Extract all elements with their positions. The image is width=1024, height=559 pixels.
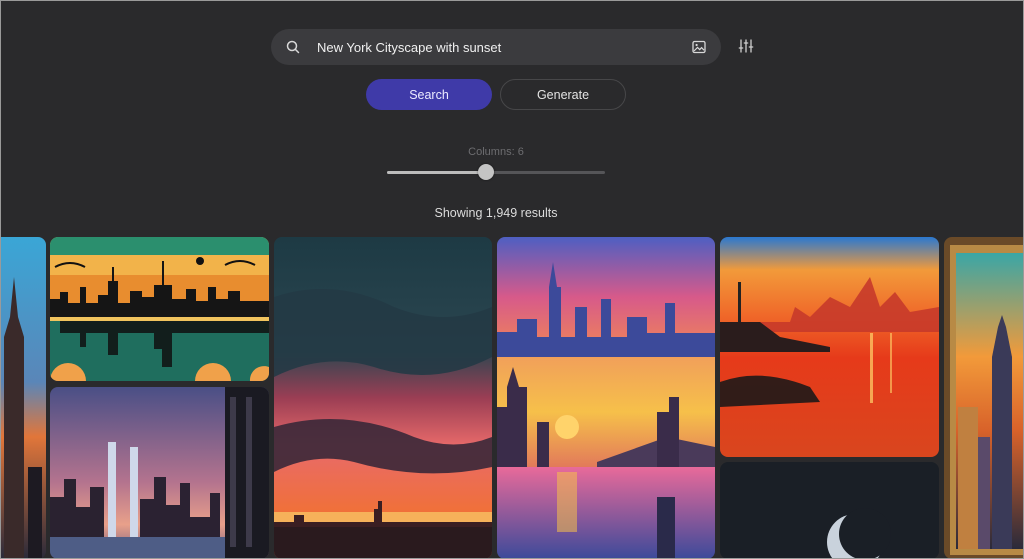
search-button[interactable]: Search <box>366 79 492 110</box>
sliders-icon[interactable] <box>738 38 754 54</box>
generate-button[interactable]: Generate <box>500 79 626 110</box>
image-tile[interactable] <box>50 387 269 559</box>
image-tile[interactable] <box>720 237 939 457</box>
image-tile[interactable] <box>50 237 269 381</box>
image-icon[interactable] <box>691 39 707 55</box>
columns-slider-fill <box>387 171 486 174</box>
search-input[interactable] <box>315 38 683 56</box>
results-count: Showing 1,949 results <box>434 206 558 220</box>
columns-label: Columns: 6 <box>468 146 524 158</box>
columns-slider-thumb[interactable] <box>478 164 494 180</box>
image-tile[interactable] <box>497 237 715 559</box>
columns-slider-track[interactable] <box>387 171 605 174</box>
image-tile[interactable] <box>720 462 939 559</box>
search-icon <box>286 40 300 54</box>
search-bar[interactable] <box>271 29 721 65</box>
image-tile[interactable] <box>274 237 492 559</box>
image-tile[interactable] <box>0 237 46 559</box>
image-tile[interactable] <box>944 237 1024 559</box>
